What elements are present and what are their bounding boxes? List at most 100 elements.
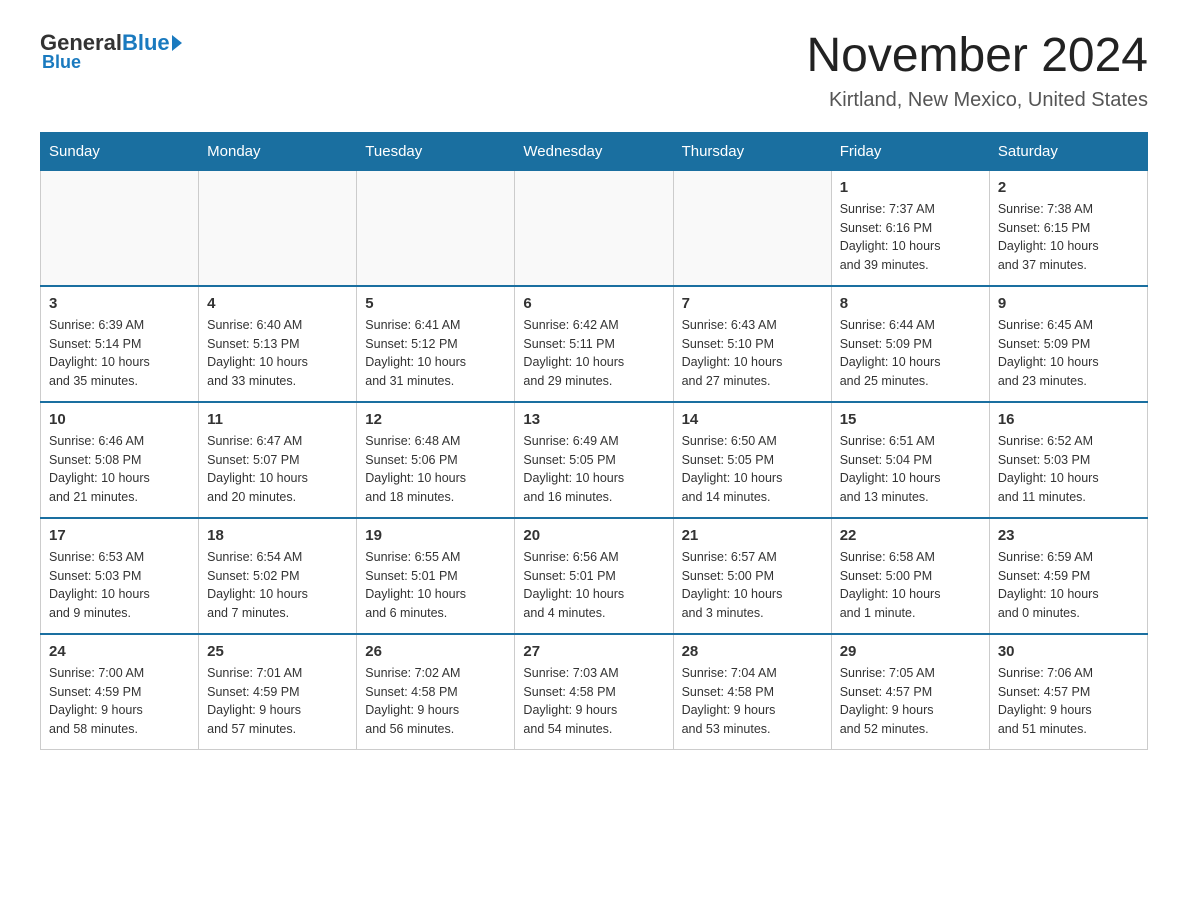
calendar-cell: 1Sunrise: 7:37 AM Sunset: 6:16 PM Daylig… (831, 170, 989, 286)
day-number: 25 (207, 643, 348, 660)
calendar-cell (357, 170, 515, 286)
calendar-cell: 10 Sunrise: 6:46 AM Sunset: 5:08 PM Dayli… (41, 402, 199, 518)
calendar-cell (199, 170, 357, 286)
calendar-cell: 22Sunrise: 6:58 AM Sunset: 5:00 PM Dayli… (831, 518, 989, 634)
weekday-header-sunday: Sunday (41, 132, 199, 170)
day-info: Sunrise: 6:40 AM Sunset: 5:13 PM Dayligh… (207, 316, 348, 391)
calendar-cell: 17 Sunrise: 6:53 AM Sunset: 5:03 PM Dayli… (41, 518, 199, 634)
day-info: Sunrise: 6:46 AM Sunset: 5:08 PM Dayligh… (49, 432, 190, 507)
day-info: Sunrise: 6:41 AM Sunset: 5:12 PM Dayligh… (365, 316, 506, 391)
day-number: 29 (840, 643, 981, 660)
day-info: Sunrise: 7:00 AM Sunset: 4:59 PM Dayligh… (49, 664, 190, 739)
day-info: Sunrise: 6:56 AM Sunset: 5:01 PM Dayligh… (523, 548, 664, 623)
day-number: 28 (682, 643, 823, 660)
day-info: Sunrise: 6:49 AM Sunset: 5:05 PM Dayligh… (523, 432, 664, 507)
day-number: 16 (998, 411, 1139, 428)
calendar-cell: 15Sunrise: 6:51 AM Sunset: 5:04 PM Dayli… (831, 402, 989, 518)
logo: General Blue Blue (40, 30, 182, 73)
day-info: Sunrise: 6:59 AM Sunset: 4:59 PM Dayligh… (998, 548, 1139, 623)
day-number: 14 (682, 411, 823, 428)
day-number: 13 (523, 411, 664, 428)
calendar-cell (515, 170, 673, 286)
calendar-cell: 2Sunrise: 7:38 AM Sunset: 6:15 PM Daylig… (989, 170, 1147, 286)
calendar-cell: 25 Sunrise: 7:01 AM Sunset: 4:59 PM Dayli… (199, 634, 357, 750)
calendar-cell (41, 170, 199, 286)
day-number: 10 (49, 411, 190, 428)
day-info: Sunrise: 7:03 AM Sunset: 4:58 PM Dayligh… (523, 664, 664, 739)
day-info: Sunrise: 6:58 AM Sunset: 5:00 PM Dayligh… (840, 548, 981, 623)
calendar-cell: 11 Sunrise: 6:47 AM Sunset: 5:07 PM Dayli… (199, 402, 357, 518)
day-number: 3 (49, 295, 190, 312)
day-info: Sunrise: 6:54 AM Sunset: 5:02 PM Dayligh… (207, 548, 348, 623)
calendar-cell (673, 170, 831, 286)
day-info: Sunrise: 6:55 AM Sunset: 5:01 PM Dayligh… (365, 548, 506, 623)
day-number: 7 (682, 295, 823, 312)
calendar-cell: 24 Sunrise: 7:00 AM Sunset: 4:59 PM Dayli… (41, 634, 199, 750)
calendar-cell: 23 Sunrise: 6:59 AM Sunset: 4:59 PM Dayli… (989, 518, 1147, 634)
weekday-header-thursday: Thursday (673, 132, 831, 170)
day-info: Sunrise: 6:51 AM Sunset: 5:04 PM Dayligh… (840, 432, 981, 507)
day-number: 12 (365, 411, 506, 428)
calendar-cell: 4 Sunrise: 6:40 AM Sunset: 5:13 PM Daylig… (199, 286, 357, 402)
weekday-header-friday: Friday (831, 132, 989, 170)
calendar-table: SundayMondayTuesdayWednesdayThursdayFrid… (40, 132, 1148, 750)
page-header: General Blue Blue November 2024 Kirtland… (40, 30, 1148, 112)
month-title: November 2024 (806, 30, 1148, 83)
title-block: November 2024 Kirtland, New Mexico, Unit… (806, 30, 1148, 112)
day-info: Sunrise: 6:45 AM Sunset: 5:09 PM Dayligh… (998, 316, 1139, 391)
weekday-header-wednesday: Wednesday (515, 132, 673, 170)
day-number: 26 (365, 643, 506, 660)
calendar-cell: 13 Sunrise: 6:49 AM Sunset: 5:05 PM Dayli… (515, 402, 673, 518)
day-info: Sunrise: 7:05 AM Sunset: 4:57 PM Dayligh… (840, 664, 981, 739)
calendar-week-row: 3 Sunrise: 6:39 AM Sunset: 5:14 PM Daylig… (41, 286, 1148, 402)
day-info: Sunrise: 7:06 AM Sunset: 4:57 PM Dayligh… (998, 664, 1139, 739)
calendar-cell: 30 Sunrise: 7:06 AM Sunset: 4:57 PM Dayli… (989, 634, 1147, 750)
day-number: 9 (998, 295, 1139, 312)
calendar-cell: 21Sunrise: 6:57 AM Sunset: 5:00 PM Dayli… (673, 518, 831, 634)
calendar-cell: 26Sunrise: 7:02 AM Sunset: 4:58 PM Dayli… (357, 634, 515, 750)
day-number: 8 (840, 295, 981, 312)
day-number: 4 (207, 295, 348, 312)
day-info: Sunrise: 6:39 AM Sunset: 5:14 PM Dayligh… (49, 316, 190, 391)
logo-blue-text: Blue (122, 30, 170, 56)
weekday-header-saturday: Saturday (989, 132, 1147, 170)
calendar-cell: 14 Sunrise: 6:50 AM Sunset: 5:05 PM Dayli… (673, 402, 831, 518)
calendar-cell: 6Sunrise: 6:42 AM Sunset: 5:11 PM Daylig… (515, 286, 673, 402)
day-number: 23 (998, 527, 1139, 544)
day-info: Sunrise: 6:44 AM Sunset: 5:09 PM Dayligh… (840, 316, 981, 391)
calendar-cell: 28 Sunrise: 7:04 AM Sunset: 4:58 PM Dayli… (673, 634, 831, 750)
day-number: 24 (49, 643, 190, 660)
day-info: Sunrise: 7:04 AM Sunset: 4:58 PM Dayligh… (682, 664, 823, 739)
day-info: Sunrise: 7:01 AM Sunset: 4:59 PM Dayligh… (207, 664, 348, 739)
day-number: 20 (523, 527, 664, 544)
day-info: Sunrise: 6:57 AM Sunset: 5:00 PM Dayligh… (682, 548, 823, 623)
day-info: Sunrise: 6:52 AM Sunset: 5:03 PM Dayligh… (998, 432, 1139, 507)
calendar-week-row: 10 Sunrise: 6:46 AM Sunset: 5:08 PM Dayli… (41, 402, 1148, 518)
calendar-cell: 19 Sunrise: 6:55 AM Sunset: 5:01 PM Dayli… (357, 518, 515, 634)
calendar-cell: 20 Sunrise: 6:56 AM Sunset: 5:01 PM Dayli… (515, 518, 673, 634)
day-info: Sunrise: 6:50 AM Sunset: 5:05 PM Dayligh… (682, 432, 823, 507)
logo-arrow-icon (172, 35, 182, 51)
day-info: Sunrise: 7:38 AM Sunset: 6:15 PM Dayligh… (998, 200, 1139, 275)
calendar-cell: 3 Sunrise: 6:39 AM Sunset: 5:14 PM Daylig… (41, 286, 199, 402)
day-number: 18 (207, 527, 348, 544)
day-info: Sunrise: 6:47 AM Sunset: 5:07 PM Dayligh… (207, 432, 348, 507)
weekday-header-row: SundayMondayTuesdayWednesdayThursdayFrid… (41, 132, 1148, 170)
logo-subtitle: Blue (40, 52, 81, 73)
day-info: Sunrise: 6:42 AM Sunset: 5:11 PM Dayligh… (523, 316, 664, 391)
weekday-header-tuesday: Tuesday (357, 132, 515, 170)
day-number: 1 (840, 179, 981, 196)
calendar-week-row: 24 Sunrise: 7:00 AM Sunset: 4:59 PM Dayli… (41, 634, 1148, 750)
calendar-week-row: 1Sunrise: 7:37 AM Sunset: 6:16 PM Daylig… (41, 170, 1148, 286)
day-number: 19 (365, 527, 506, 544)
day-number: 5 (365, 295, 506, 312)
day-number: 30 (998, 643, 1139, 660)
location-title: Kirtland, New Mexico, United States (806, 89, 1148, 112)
day-number: 11 (207, 411, 348, 428)
day-number: 27 (523, 643, 664, 660)
day-info: Sunrise: 6:53 AM Sunset: 5:03 PM Dayligh… (49, 548, 190, 623)
calendar-cell: 8 Sunrise: 6:44 AM Sunset: 5:09 PM Daylig… (831, 286, 989, 402)
calendar-week-row: 17 Sunrise: 6:53 AM Sunset: 5:03 PM Dayli… (41, 518, 1148, 634)
calendar-cell: 12Sunrise: 6:48 AM Sunset: 5:06 PM Dayli… (357, 402, 515, 518)
day-number: 17 (49, 527, 190, 544)
